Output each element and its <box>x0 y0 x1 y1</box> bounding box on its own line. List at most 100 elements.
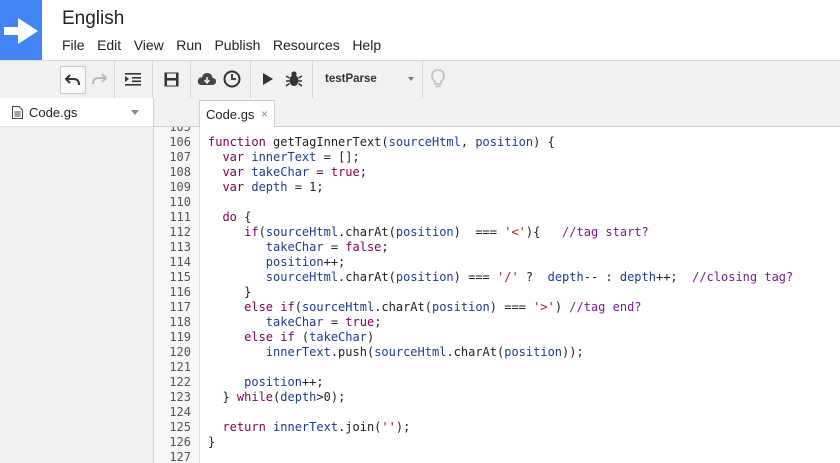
code-token: position <box>208 255 324 269</box>
line-number: 116 <box>169 285 191 299</box>
undo-button[interactable] <box>60 66 86 94</box>
cloud-triggers-icon <box>197 73 216 85</box>
menu-run[interactable]: Run <box>176 37 202 55</box>
code-token: = <box>323 240 346 254</box>
code-text: innerText.push(sourceHtml.charAt(positio… <box>208 345 584 360</box>
code-token: innerText <box>251 150 317 164</box>
code-token: ( <box>258 225 266 239</box>
code-line[interactable]: 117 else if(sourceHtml.charAt(position) … <box>154 300 840 315</box>
code-token: position <box>504 345 563 359</box>
menu-resources[interactable]: Resources <box>273 37 340 55</box>
undo-icon <box>65 74 80 86</box>
line-number: 108 <box>169 165 191 179</box>
menu-view[interactable]: View <box>134 37 164 55</box>
code-line[interactable]: 122 position++; <box>154 375 840 390</box>
code-token: ++; <box>301 375 324 389</box>
debug-icon <box>285 71 303 87</box>
tab-code-gs[interactable]: Code.gs × <box>199 100 275 128</box>
code-text: position++; <box>208 375 324 390</box>
code-token: '<' <box>504 225 526 239</box>
code-token: } <box>208 285 252 299</box>
code-line[interactable]: 107 var innerText = []; <box>154 150 840 165</box>
code-line[interactable]: 110 <box>154 195 840 210</box>
code-token: = []; <box>316 150 360 164</box>
code-text: else if (takeChar) <box>208 330 374 345</box>
code-line[interactable]: 111 do { <box>154 210 840 225</box>
code-line[interactable]: 116 } <box>154 285 840 300</box>
code-text: } while(depth>0); <box>208 390 345 405</box>
chevron-down-icon[interactable] <box>131 110 139 115</box>
line-number: 121 <box>169 360 191 374</box>
code-line[interactable]: 127 <box>154 450 840 463</box>
code-text: do { <box>208 210 251 225</box>
code-line[interactable]: 126} <box>154 435 840 450</box>
project-title[interactable]: English <box>62 8 124 30</box>
code-line[interactable]: 108 var takeChar = true; <box>154 165 840 180</box>
code-line[interactable]: 109 var depth = 1; <box>154 180 840 195</box>
code-token: = <box>323 315 346 329</box>
code-line[interactable]: 105 <box>154 127 840 135</box>
code-token: ( <box>294 300 302 314</box>
code-token: //tag end? <box>569 300 642 314</box>
code-line[interactable]: 112 if(sourceHtml.charAt(position) === '… <box>154 225 840 240</box>
menu-edit[interactable]: Edit <box>97 37 121 55</box>
code-editor[interactable]: 105 106 function getTagInnerText(sourceHtm… <box>154 127 840 463</box>
code-line[interactable]: 119 else if (takeChar) <box>154 330 840 345</box>
code-line[interactable]: 113 takeChar = false; <box>154 240 840 255</box>
function-select[interactable]: testParse <box>318 65 420 93</box>
code-token: position <box>431 300 490 314</box>
code-token: takeChar <box>208 315 324 329</box>
code-token: do <box>208 210 245 224</box>
code-line[interactable]: 125 return innerText.join(''); <box>154 420 840 435</box>
code-line[interactable]: 118 takeChar = true; <box>154 315 840 330</box>
code-text: takeChar = false; <box>208 240 389 255</box>
code-token: ++; <box>323 255 346 269</box>
code-token: .push( <box>330 345 375 359</box>
code-token: .charAt( <box>374 300 432 314</box>
code-token: while <box>236 390 274 404</box>
save-icon <box>164 72 178 86</box>
debug-button[interactable] <box>283 66 305 92</box>
code-line[interactable]: 114 position++; <box>154 255 840 270</box>
code-line[interactable]: 121 <box>154 360 840 375</box>
save-button[interactable] <box>160 66 182 92</box>
menu-file[interactable]: File <box>62 37 85 55</box>
line-number: 111 <box>169 210 191 224</box>
code-token: ; <box>381 240 389 254</box>
line-number: 125 <box>169 420 191 434</box>
run-button[interactable] <box>258 66 278 92</box>
line-number: 112 <box>169 225 191 239</box>
code-token: else if <box>208 300 295 314</box>
line-number: 122 <box>169 375 191 389</box>
code-token: if <box>208 225 259 239</box>
menu-help[interactable]: Help <box>352 37 381 55</box>
code-token: '/' <box>497 270 519 284</box>
code-line[interactable]: 106 function getTagInnerText(sourceHtml, … <box>154 135 840 150</box>
code-token: takeChar <box>208 240 324 254</box>
code-line[interactable]: 123 } while(depth>0); <box>154 390 840 405</box>
clock-triggers-button[interactable] <box>221 66 243 92</box>
menu-publish[interactable]: Publish <box>214 37 260 55</box>
line-number: 119 <box>169 330 191 344</box>
redo-button[interactable] <box>89 66 109 92</box>
code-token: ) <box>554 300 570 314</box>
apps-script-logo[interactable] <box>0 0 42 60</box>
code-token: getTagInnerText( <box>273 135 389 149</box>
code-token: = <box>309 165 331 179</box>
file-item-code-gs[interactable]: Code.gs <box>0 98 153 127</box>
code-token: '' <box>381 420 396 434</box>
line-number: 114 <box>169 255 191 269</box>
code-token: innerText <box>273 420 339 434</box>
code-text: sourceHtml.charAt(position) === '/' ? de… <box>208 270 793 285</box>
file-icon <box>12 105 23 119</box>
code-line[interactable]: 115 sourceHtml.charAt(position) === '/' … <box>154 270 840 285</box>
line-number: 105 <box>169 127 191 134</box>
close-icon[interactable]: × <box>261 107 268 121</box>
lightbulb-button[interactable] <box>428 66 448 92</box>
code-token: depth <box>547 270 584 284</box>
cloud-triggers-button[interactable] <box>196 66 218 92</box>
code-line[interactable]: 120 innerText.push(sourceHtml.charAt(pos… <box>154 345 840 360</box>
code-line[interactable]: 124 <box>154 405 840 420</box>
code-token: ){ <box>525 225 563 239</box>
indent-button[interactable] <box>122 66 144 92</box>
